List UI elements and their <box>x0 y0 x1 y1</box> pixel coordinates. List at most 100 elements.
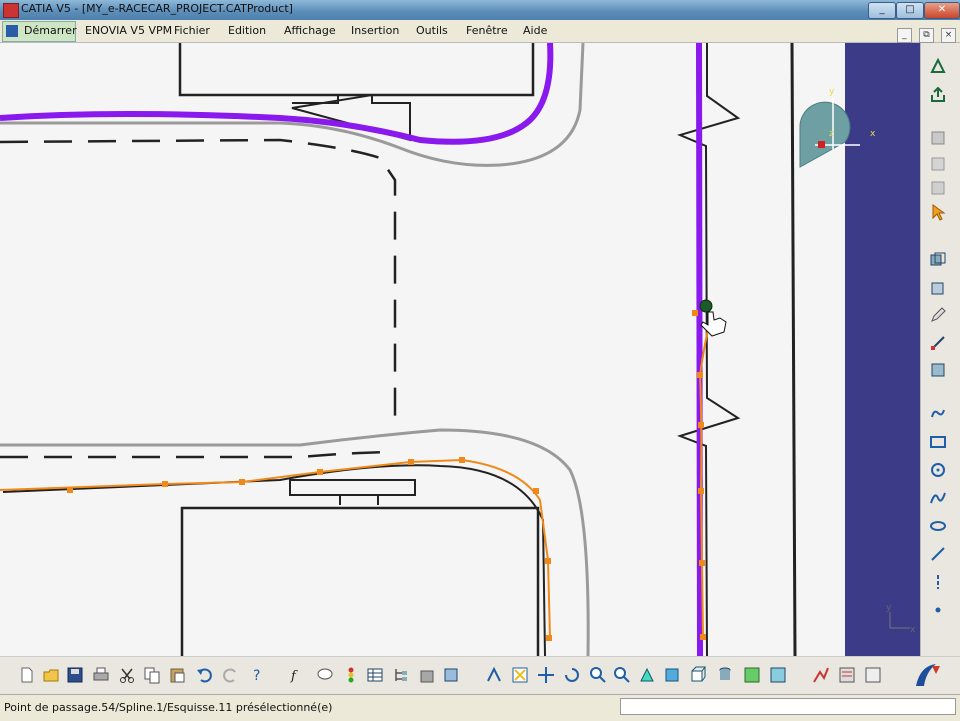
iso-view-icon[interactable] <box>663 666 681 684</box>
point-icon[interactable] <box>929 601 947 619</box>
frame-icon[interactable] <box>812 666 830 684</box>
axis-icon[interactable] <box>929 573 947 591</box>
catia-app-icon <box>3 3 19 18</box>
sketch-tools-icon[interactable] <box>929 251 947 269</box>
line-icon[interactable] <box>929 545 947 563</box>
building-outline-bottom <box>180 506 540 656</box>
start-menu-button[interactable]: Démarrer <box>2 21 77 42</box>
profile-icon[interactable] <box>929 405 947 423</box>
hand-cursor-icon <box>700 311 727 337</box>
preselected-point[interactable] <box>699 299 713 313</box>
rectangle-icon[interactable] <box>929 433 947 451</box>
fly-icon[interactable] <box>511 666 529 684</box>
spline-point[interactable] <box>162 481 168 487</box>
spline-icon[interactable] <box>929 489 947 507</box>
cube-icon[interactable] <box>929 279 947 297</box>
export-icon[interactable] <box>929 85 947 103</box>
zoom-out-icon[interactable] <box>613 666 631 684</box>
sketch-canvas[interactable]: y x z y x <box>0 43 920 656</box>
undo-icon[interactable] <box>195 666 213 684</box>
fit-all-icon[interactable] <box>929 57 947 75</box>
right-zigzag-boundary <box>676 43 741 656</box>
open-icon[interactable] <box>42 666 60 684</box>
properties-icon[interactable] <box>929 155 947 173</box>
swap-icon[interactable] <box>743 666 761 684</box>
help-icon[interactable]: ? <box>249 666 267 684</box>
table-icon[interactable] <box>366 666 384 684</box>
cut-icon[interactable] <box>118 666 136 684</box>
menu-aide[interactable]: Aide <box>523 24 547 37</box>
view-icon[interactable] <box>929 179 947 197</box>
spline-point[interactable] <box>692 310 698 316</box>
doc-restore-button[interactable]: ⧉ <box>918 28 934 43</box>
spline-point[interactable] <box>698 488 704 494</box>
dashed-lane-line <box>0 138 397 430</box>
copy-icon[interactable] <box>143 666 161 684</box>
purple-trajectory-top <box>0 43 554 145</box>
new-icon[interactable] <box>18 666 36 684</box>
spline-point[interactable] <box>239 479 245 485</box>
spline-point[interactable] <box>697 372 703 378</box>
menu-fichier[interactable]: Fichier <box>174 24 210 37</box>
hide-show-icon[interactable] <box>716 666 734 684</box>
spline-point[interactable] <box>533 488 539 494</box>
spline-point[interactable] <box>545 558 551 564</box>
spline-point[interactable] <box>698 422 704 428</box>
doc-minimize-button[interactable]: _ <box>896 28 912 43</box>
menu-affichage[interactable]: Affichage <box>284 24 336 37</box>
close-button[interactable]: ✕ <box>924 2 960 19</box>
normal-view-icon[interactable] <box>638 666 656 684</box>
bag-icon[interactable] <box>418 666 436 684</box>
maximize-button[interactable]: □ <box>896 2 924 19</box>
spline-point[interactable] <box>699 560 705 566</box>
sketch-drawing[interactable]: y x z y x <box>0 43 920 656</box>
menu-fenetre[interactable]: Fenêtre <box>466 24 508 37</box>
svg-text:?: ? <box>253 668 260 684</box>
right-toolbar <box>920 43 960 656</box>
circle-icon[interactable] <box>929 461 947 479</box>
measure-item-icon[interactable] <box>864 666 882 684</box>
render-icon[interactable] <box>689 666 707 684</box>
print-icon[interactable] <box>92 666 110 684</box>
command-input[interactable] <box>620 698 956 715</box>
formula-icon[interactable]: f <box>290 666 308 684</box>
pencil-icon[interactable] <box>929 306 947 324</box>
pan-icon[interactable] <box>537 666 555 684</box>
minimize-button[interactable]: _ <box>868 2 896 19</box>
start-logo-icon <box>6 25 18 37</box>
menu-outils[interactable]: Outils <box>416 24 448 37</box>
lights-icon[interactable] <box>342 666 360 684</box>
menu-insertion[interactable]: Insertion <box>351 24 399 37</box>
svg-text:f: f <box>290 669 298 684</box>
select-arrow-icon[interactable] <box>929 203 947 221</box>
zoom-in-icon[interactable] <box>589 666 607 684</box>
spline-point[interactable] <box>546 635 552 641</box>
status-message: Point de passage.54/Spline.1/Esquisse.11… <box>4 701 333 714</box>
comment-icon[interactable] <box>316 666 334 684</box>
rotate-icon[interactable] <box>563 666 581 684</box>
curb-bottom <box>289 479 416 505</box>
ellipse-icon[interactable] <box>929 517 947 535</box>
menu-edition[interactable]: Edition <box>228 24 266 37</box>
spline-point[interactable] <box>317 469 323 475</box>
layer-icon[interactable] <box>769 666 787 684</box>
measure-icon[interactable] <box>838 666 856 684</box>
compass-icon[interactable] <box>485 666 503 684</box>
menu-enovia[interactable]: ENOVIA V5 VPM <box>85 24 172 37</box>
redo-icon[interactable] <box>222 666 240 684</box>
layers-icon[interactable] <box>929 361 947 379</box>
compass-y-label: y <box>829 87 835 97</box>
spline-point[interactable] <box>700 634 706 640</box>
spline-point[interactable] <box>459 457 465 463</box>
manipulate-icon[interactable] <box>929 129 947 147</box>
paste-icon[interactable] <box>168 666 186 684</box>
save-icon[interactable] <box>66 666 84 684</box>
tree-icon[interactable] <box>392 666 410 684</box>
spline-point[interactable] <box>408 459 414 465</box>
spline-point[interactable] <box>67 487 73 493</box>
building-outline-top <box>178 43 535 97</box>
catalog-icon[interactable] <box>442 666 460 684</box>
constraint-icon[interactable] <box>929 334 947 352</box>
background-panel <box>845 43 920 656</box>
doc-close-button[interactable]: × <box>941 28 956 43</box>
